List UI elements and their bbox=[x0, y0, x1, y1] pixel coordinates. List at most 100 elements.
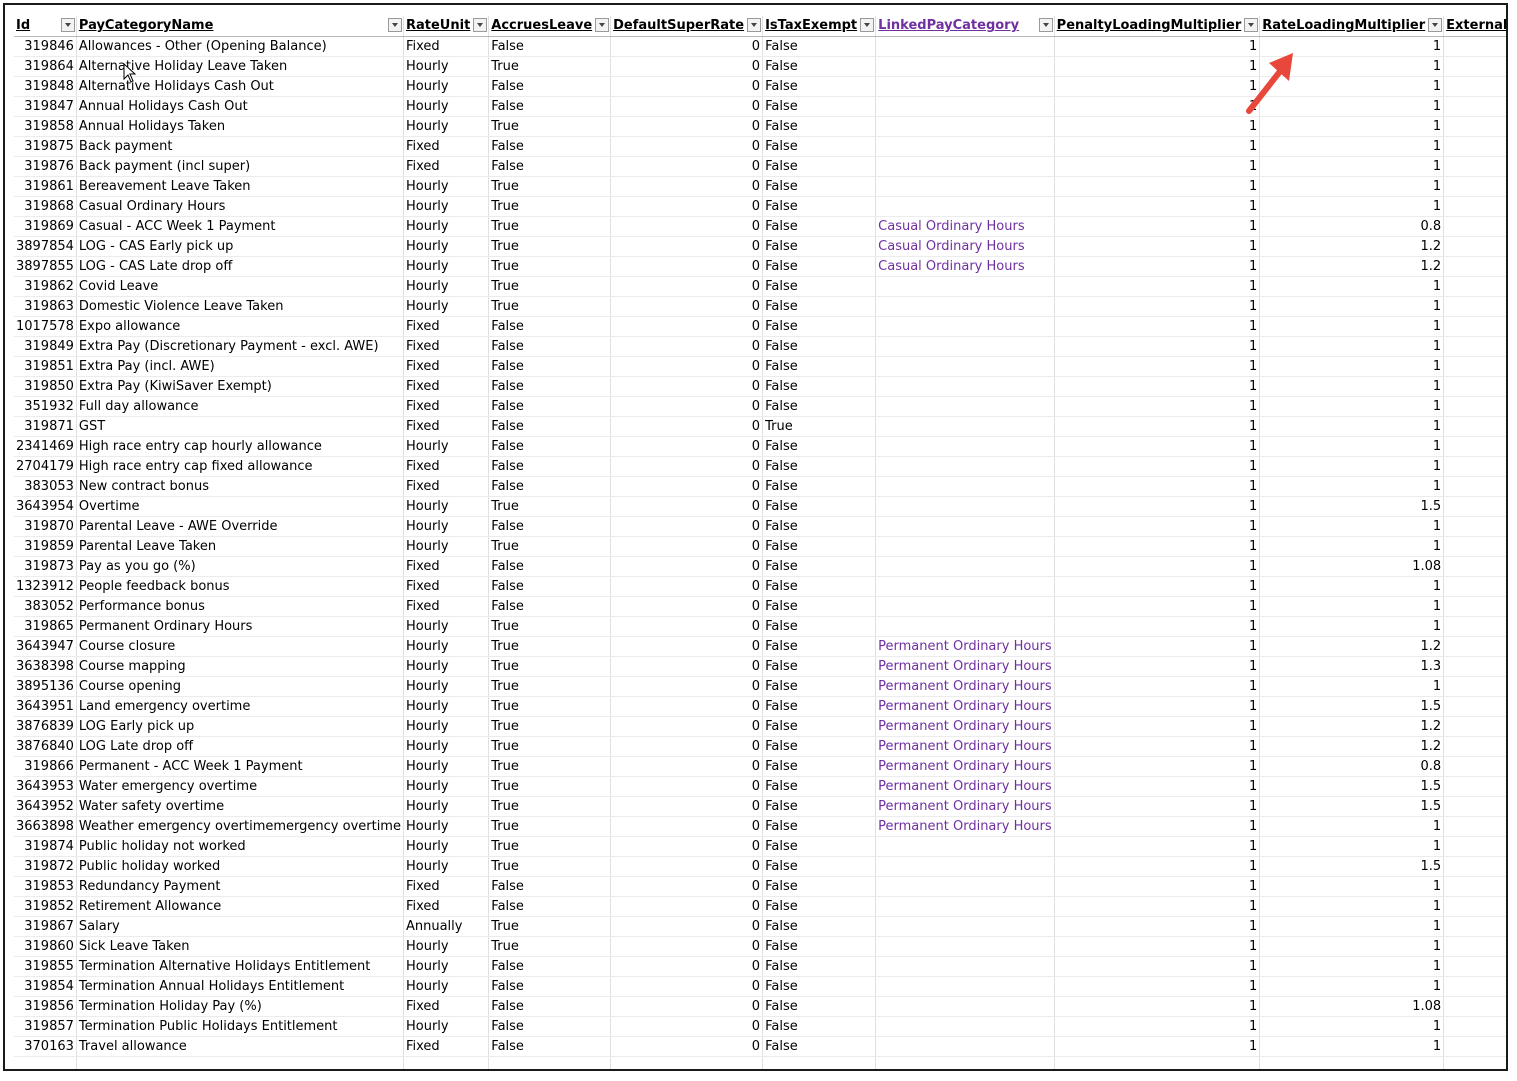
table-cell[interactable] bbox=[1443, 56, 1506, 77]
table-cell[interactable]: Land emergency overtime bbox=[76, 696, 404, 717]
table-cell[interactable]: 1 bbox=[1054, 916, 1261, 937]
table-cell[interactable]: False bbox=[488, 156, 612, 177]
table-cell[interactable]: 1 bbox=[1054, 1016, 1261, 1037]
table-cell[interactable]: 1 bbox=[1054, 816, 1261, 837]
table-cell[interactable]: 370163 bbox=[14, 1036, 77, 1057]
table-cell[interactable]: 1 bbox=[1054, 676, 1261, 697]
table-cell[interactable]: Fixed bbox=[403, 596, 490, 617]
table-cell[interactable]: 319851 bbox=[14, 356, 77, 377]
table-cell[interactable] bbox=[1443, 1036, 1506, 1057]
table-cell[interactable]: 319855 bbox=[14, 956, 77, 977]
table-cell[interactable]: Course mapping bbox=[76, 656, 404, 677]
table-cell[interactable]: 1 bbox=[1054, 236, 1261, 257]
table-cell[interactable]: False bbox=[762, 216, 877, 237]
table-cell[interactable] bbox=[875, 116, 1055, 137]
table-cell[interactable] bbox=[875, 276, 1055, 297]
table-cell[interactable]: 1 bbox=[1259, 96, 1445, 117]
table-cell[interactable] bbox=[875, 156, 1055, 177]
table-cell[interactable] bbox=[1443, 576, 1506, 597]
table-cell[interactable]: False bbox=[762, 436, 877, 457]
table-cell[interactable]: True bbox=[488, 916, 612, 937]
table-cell[interactable]: 1 bbox=[1259, 876, 1445, 897]
table-cell[interactable]: Water emergency overtime bbox=[76, 776, 404, 797]
table-cell[interactable]: True bbox=[488, 716, 612, 737]
table-cell[interactable]: 1 bbox=[1054, 836, 1261, 857]
table-cell[interactable] bbox=[1443, 456, 1506, 477]
table-cell[interactable]: False bbox=[762, 236, 877, 257]
table-cell[interactable]: Permanent Ordinary Hours bbox=[875, 756, 1055, 777]
table-cell[interactable]: Fixed bbox=[403, 556, 490, 577]
table-cell[interactable]: False bbox=[488, 476, 612, 497]
table-cell[interactable]: Permanent Ordinary Hours bbox=[875, 656, 1055, 677]
table-cell[interactable]: Casual Ordinary Hours bbox=[76, 196, 404, 217]
table-cell[interactable]: 1.5 bbox=[1259, 776, 1445, 797]
table-cell[interactable]: Hourly bbox=[403, 656, 490, 677]
table-cell[interactable]: 1 bbox=[1259, 476, 1445, 497]
table-cell[interactable]: 1 bbox=[1054, 896, 1261, 917]
table-cell[interactable]: 0 bbox=[610, 496, 764, 517]
table-cell[interactable]: 0 bbox=[610, 456, 764, 477]
table-cell[interactable]: 0 bbox=[610, 596, 764, 617]
table-cell[interactable]: 0 bbox=[610, 756, 764, 777]
table-cell[interactable]: False bbox=[762, 336, 877, 357]
table-cell[interactable] bbox=[1443, 836, 1506, 857]
table-cell[interactable]: Annual Holidays Cash Out bbox=[76, 96, 404, 117]
table-cell[interactable]: True bbox=[488, 196, 612, 217]
table-cell[interactable]: False bbox=[762, 316, 877, 337]
table-cell[interactable]: False bbox=[762, 736, 877, 757]
table-cell[interactable]: 1.2 bbox=[1259, 236, 1445, 257]
table-cell[interactable]: 0 bbox=[610, 96, 764, 117]
table-cell[interactable] bbox=[1443, 336, 1506, 357]
table-cell[interactable]: Fixed bbox=[403, 476, 490, 497]
table-cell[interactable]: False bbox=[762, 456, 877, 477]
table-cell[interactable]: Casual Ordinary Hours bbox=[875, 236, 1055, 257]
table-cell[interactable]: 319858 bbox=[14, 116, 77, 137]
table-cell[interactable] bbox=[1443, 76, 1506, 97]
table-cell[interactable] bbox=[1443, 816, 1506, 837]
table-cell[interactable]: Fixed bbox=[403, 876, 490, 897]
table-cell[interactable]: Hourly bbox=[403, 176, 490, 197]
table-cell[interactable]: 319867 bbox=[14, 916, 77, 937]
table-cell[interactable]: Hourly bbox=[403, 436, 490, 457]
table-cell[interactable]: Hourly bbox=[403, 956, 490, 977]
table-cell[interactable] bbox=[1443, 796, 1506, 817]
table-cell[interactable]: 319876 bbox=[14, 156, 77, 177]
table-cell[interactable]: 0 bbox=[610, 876, 764, 897]
table-cell[interactable]: False bbox=[762, 1016, 877, 1037]
table-cell[interactable]: True bbox=[488, 616, 612, 637]
table-cell[interactable]: False bbox=[762, 136, 877, 157]
table-cell[interactable] bbox=[1443, 496, 1506, 517]
column-header-7[interactable]: PenaltyLoadingMultiplier bbox=[1054, 16, 1261, 37]
empty-cell[interactable] bbox=[762, 1056, 877, 1069]
table-cell[interactable] bbox=[1443, 556, 1506, 577]
table-cell[interactable]: 319859 bbox=[14, 536, 77, 557]
table-cell[interactable]: Retirement Allowance bbox=[76, 896, 404, 917]
table-cell[interactable] bbox=[875, 136, 1055, 157]
table-cell[interactable]: 1 bbox=[1259, 436, 1445, 457]
table-cell[interactable]: 319874 bbox=[14, 836, 77, 857]
table-cell[interactable] bbox=[875, 1016, 1055, 1037]
table-cell[interactable]: False bbox=[762, 976, 877, 997]
table-cell[interactable]: 3638398 bbox=[14, 656, 77, 677]
table-cell[interactable]: False bbox=[762, 916, 877, 937]
table-cell[interactable]: Redundancy Payment bbox=[76, 876, 404, 897]
table-cell[interactable]: 0 bbox=[610, 316, 764, 337]
table-cell[interactable]: False bbox=[488, 36, 612, 57]
table-cell[interactable] bbox=[875, 496, 1055, 517]
table-cell[interactable]: False bbox=[762, 716, 877, 737]
table-cell[interactable]: New contract bonus bbox=[76, 476, 404, 497]
table-cell[interactable]: Fixed bbox=[403, 416, 490, 437]
table-cell[interactable] bbox=[1443, 536, 1506, 557]
table-cell[interactable] bbox=[1443, 316, 1506, 337]
table-cell[interactable]: False bbox=[762, 376, 877, 397]
table-cell[interactable]: False bbox=[762, 696, 877, 717]
table-cell[interactable]: False bbox=[762, 1036, 877, 1057]
table-cell[interactable]: 1 bbox=[1259, 416, 1445, 437]
table-cell[interactable] bbox=[1443, 356, 1506, 377]
table-cell[interactable]: Course opening bbox=[76, 676, 404, 697]
table-cell[interactable]: 1 bbox=[1054, 736, 1261, 757]
table-cell[interactable]: True bbox=[488, 276, 612, 297]
table-cell[interactable]: Hourly bbox=[403, 736, 490, 757]
table-cell[interactable] bbox=[1443, 276, 1506, 297]
table-cell[interactable]: 0 bbox=[610, 376, 764, 397]
